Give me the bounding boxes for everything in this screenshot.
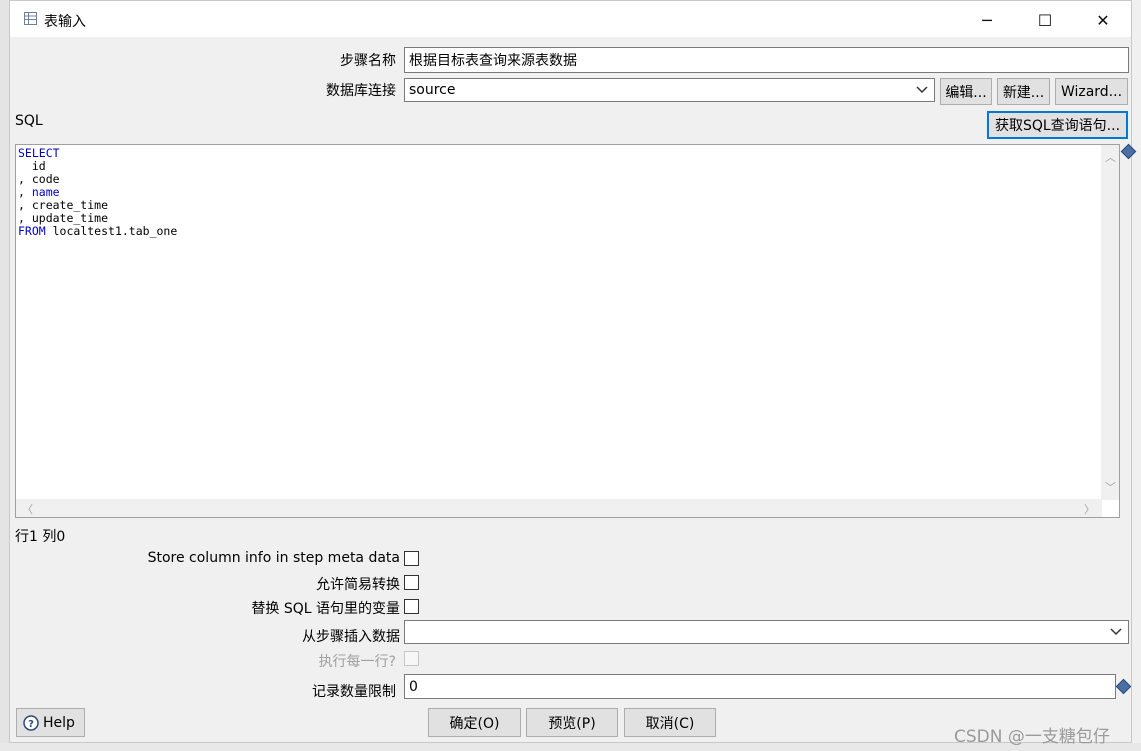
preview-button[interactable]: 预览(P) xyxy=(526,708,618,737)
maximize-button[interactable]: ☐ xyxy=(1016,2,1074,38)
cursor-position: 行1 列0 xyxy=(15,529,66,545)
table-input-icon xyxy=(24,12,37,25)
limit-label: 记录数量限制 xyxy=(312,684,396,700)
window-title: 表输入 xyxy=(44,14,86,30)
maximize-icon: ☐ xyxy=(1037,10,1053,30)
sql-keyword: SELECT xyxy=(18,146,60,160)
minimize-button[interactable]: ─ xyxy=(958,2,1016,38)
db-connection-label: 数据库连接 xyxy=(326,83,396,99)
limit-input[interactable]: 0 xyxy=(404,674,1116,699)
help-button-label: Help xyxy=(43,714,75,731)
sql-text: , create_time xyxy=(18,198,109,212)
title-bar: 表输入 ─ ☐ ✕ xyxy=(10,1,1131,37)
execute-each-row-label: 执行每一行? xyxy=(318,654,396,670)
replace-variables-label: 替换 SQL 语句里的变量 xyxy=(251,601,400,617)
store-column-info-checkbox[interactable] xyxy=(404,551,419,566)
sql-line: FROM localtest1.tab_one xyxy=(18,225,177,238)
chevron-down-icon xyxy=(1110,628,1122,636)
minimize-icon: ─ xyxy=(982,10,992,30)
db-connection-select[interactable]: source xyxy=(404,78,935,102)
wizard-button[interactable]: Wizard... xyxy=(1055,78,1128,105)
store-column-info-label: Store column info in step meta data xyxy=(147,550,400,566)
watermark: CSDN @一支糖包仔 xyxy=(954,727,1110,747)
get-sql-button[interactable]: 获取SQL查询语句... xyxy=(987,111,1128,139)
step-name-label: 步骤名称 xyxy=(340,53,396,69)
edit-connection-button[interactable]: 编辑... xyxy=(940,78,992,105)
sql-text: , xyxy=(18,185,32,199)
step-name-input[interactable]: 根据目标表查询来源表数据 xyxy=(404,47,1129,73)
sql-editor[interactable]: SELECT id, code, name, create_time, upda… xyxy=(15,144,1120,518)
sql-text: , code xyxy=(18,172,60,186)
sql-label: SQL xyxy=(15,113,43,129)
sql-text: id xyxy=(18,159,46,173)
ok-button[interactable]: 确定(O) xyxy=(428,708,521,737)
scroll-left-icon[interactable]: 〈 xyxy=(22,501,33,517)
scroll-up-icon[interactable]: ︿ xyxy=(1105,149,1116,165)
sql-code-text[interactable]: SELECT id, code, name, create_time, upda… xyxy=(18,147,177,238)
insert-from-step-select[interactable] xyxy=(404,620,1129,644)
help-icon: ? xyxy=(23,714,39,731)
vertical-scrollbar[interactable]: ︿ ﹀ xyxy=(1101,145,1119,500)
chevron-down-icon xyxy=(916,86,928,94)
cancel-button[interactable]: 取消(C) xyxy=(624,708,716,737)
background-window-edge xyxy=(0,0,9,751)
insert-from-step-label: 从步骤插入数据 xyxy=(302,629,400,645)
sql-text: , update_time xyxy=(18,211,109,225)
sql-text: localtest1.tab_one xyxy=(45,224,178,238)
lazy-conversion-label: 允许简易转换 xyxy=(316,577,400,593)
svg-text:?: ? xyxy=(28,719,34,730)
db-connection-value: source xyxy=(409,82,456,98)
close-icon: ✕ xyxy=(1096,10,1110,30)
help-button[interactable]: ? Help xyxy=(16,708,85,737)
horizontal-scrollbar[interactable]: 〈 〉 xyxy=(16,499,1102,517)
scroll-right-icon[interactable]: 〉 xyxy=(1084,501,1095,517)
lazy-conversion-checkbox[interactable] xyxy=(404,575,419,590)
replace-variables-checkbox[interactable] xyxy=(404,599,419,614)
scroll-down-icon[interactable]: ﹀ xyxy=(1105,479,1116,495)
new-connection-button[interactable]: 新建... xyxy=(997,78,1050,105)
execute-each-row-checkbox xyxy=(404,651,419,666)
sql-keyword: name xyxy=(31,185,60,199)
sql-keyword: FROM xyxy=(18,224,46,238)
close-button[interactable]: ✕ xyxy=(1074,2,1132,38)
